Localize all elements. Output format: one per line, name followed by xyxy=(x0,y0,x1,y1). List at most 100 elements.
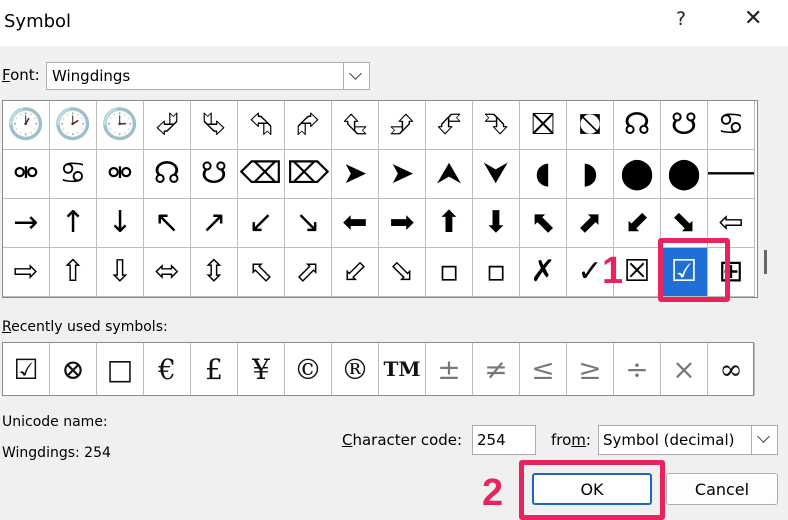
symbol-cell[interactable]: ⮷ xyxy=(473,101,520,150)
recent-symbol-cell[interactable]: TM xyxy=(379,343,426,395)
recent-symbol-cell[interactable]: ⊗ xyxy=(50,343,97,395)
symbol-cell[interactable]: ⮵ xyxy=(379,101,426,150)
symbol-cell[interactable]: ⇧ xyxy=(50,248,97,297)
recent-symbols[interactable]: ☑ ⊗ □ € £ ¥ © ® TM ± ≠ ≤ ≥ ÷ × ∞ xyxy=(2,342,755,396)
cancel-button[interactable]: Cancel xyxy=(666,473,778,505)
symbol-cell[interactable]: ⮱ xyxy=(191,101,238,150)
symbol-cell[interactable]: ⬃ xyxy=(332,248,379,297)
step-number-1: 1 xyxy=(602,250,624,292)
symbol-cell[interactable]: 🡐 xyxy=(708,150,755,199)
symbol-cell[interactable]: ⇳ xyxy=(191,248,238,297)
recent-symbol-cell[interactable]: £ xyxy=(191,343,238,395)
symbol-cell[interactable]: ♋ xyxy=(50,150,97,199)
recent-symbol-cell[interactable]: ® xyxy=(332,343,379,395)
font-label: Font: xyxy=(2,66,40,84)
symbol-cell[interactable]: ⬀ xyxy=(285,248,332,297)
close-icon[interactable]: ✕ xyxy=(744,6,762,31)
symbol-cell[interactable]: ⬈ xyxy=(567,199,614,248)
scrollbar-thumb[interactable] xyxy=(764,250,767,274)
recent-symbol-cell[interactable]: ≤ xyxy=(520,343,567,395)
symbol-cell[interactable]: ⛝ xyxy=(520,101,567,150)
symbol-cell[interactable]: ⌫ xyxy=(238,150,285,199)
symbol-cell[interactable]: ⬁ xyxy=(238,248,285,297)
symbol-cell[interactable]: ⬤ xyxy=(661,150,708,199)
font-select-value: Wingdings xyxy=(52,67,131,85)
symbol-cell[interactable]: ⮟ xyxy=(473,150,520,199)
symbol-cell[interactable]: ⇨ xyxy=(3,248,50,297)
from-label: from: xyxy=(551,431,591,449)
from-dropdown-button[interactable] xyxy=(751,426,777,454)
symbol-cell[interactable]: ➤ xyxy=(332,150,379,199)
step-number-2: 2 xyxy=(482,472,504,514)
recent-symbol-cell[interactable]: × xyxy=(661,343,708,395)
symbol-cell[interactable]: ☋ xyxy=(191,150,238,199)
symbol-cell[interactable]: ➤ xyxy=(379,150,426,199)
symbol-cell[interactable]: ↑ xyxy=(50,199,97,248)
recent-symbol-cell[interactable]: ☑ xyxy=(3,343,50,395)
symbol-cell[interactable]: ☊ xyxy=(614,101,661,150)
symbol-cell[interactable]: ✗ xyxy=(520,248,567,297)
symbol-cell[interactable]: ↘ xyxy=(285,199,332,248)
character-code-input[interactable]: 254 xyxy=(472,425,536,455)
symbol-cell[interactable]: → xyxy=(3,199,50,248)
symbol-cell[interactable]: ⮰ xyxy=(144,101,191,150)
symbol-cell[interactable]: ⬄ xyxy=(144,248,191,297)
highlight-box-selected-symbol xyxy=(658,238,730,302)
symbol-cell[interactable]: ↖ xyxy=(144,199,191,248)
symbol-cell[interactable]: ⮝ xyxy=(426,150,473,199)
symbol-cell[interactable]: ⮳ xyxy=(285,101,332,150)
title-bar: Symbol ? ✕ xyxy=(0,0,788,46)
recent-symbol-cell[interactable]: ¥ xyxy=(238,343,285,395)
symbol-grid-scrollbar[interactable] xyxy=(760,100,772,298)
symbol-cell[interactable]: ⚮ xyxy=(97,150,144,199)
symbol-cell[interactable]: ⛞ xyxy=(567,101,614,150)
from-select-value: Symbol (decimal) xyxy=(603,431,735,449)
symbol-cell[interactable]: ⌦ xyxy=(285,150,332,199)
symbol-cell[interactable]: ⬅ xyxy=(332,199,379,248)
unicode-name-label: Unicode name: xyxy=(2,414,108,430)
symbol-cell[interactable]: ▫ xyxy=(426,248,473,297)
symbol-cell[interactable]: 🕐 xyxy=(3,101,50,150)
from-select[interactable]: Symbol (decimal) xyxy=(598,425,778,455)
symbol-cell[interactable]: ⬉ xyxy=(520,199,567,248)
symbol-cell[interactable]: ☋ xyxy=(661,101,708,150)
symbol-cell[interactable]: ⮶ xyxy=(426,101,473,150)
symbol-grid[interactable]: 🕐🕑🕒⮰⮱⮲⮳⮴⮵⮶⮷⛝⛞☊☋♋⚮♋⚮☊☋⌫⌦➤➤⮝⮟◖◗⬤⬤🡐→↑↓↖↗↙↘⬅… xyxy=(2,100,758,298)
recent-symbol-cell[interactable]: © xyxy=(285,343,332,395)
symbol-cell[interactable]: ↗ xyxy=(191,199,238,248)
window-title: Symbol xyxy=(4,11,72,32)
symbol-cell[interactable]: ♋ xyxy=(708,101,755,150)
character-code-label: Character code: xyxy=(342,431,463,449)
recent-symbol-cell[interactable]: ≥ xyxy=(567,343,614,395)
symbol-cell[interactable]: ⬋ xyxy=(614,199,661,248)
symbol-cell[interactable]: ↓ xyxy=(97,199,144,248)
recent-symbol-cell[interactable]: ≠ xyxy=(473,343,520,395)
symbol-cell[interactable]: ⚮ xyxy=(3,150,50,199)
recent-symbol-cell[interactable]: ± xyxy=(426,343,473,395)
font-dropdown-button[interactable] xyxy=(343,63,369,89)
symbol-cell[interactable]: ☊ xyxy=(144,150,191,199)
chevron-down-icon xyxy=(349,67,362,80)
symbol-cell[interactable]: ⮲ xyxy=(238,101,285,150)
font-select[interactable]: Wingdings xyxy=(46,62,370,90)
symbol-cell[interactable]: ⮴ xyxy=(332,101,379,150)
symbol-cell[interactable]: ◖ xyxy=(520,150,567,199)
symbol-cell[interactable]: ⬤ xyxy=(614,150,661,199)
recent-symbol-cell[interactable]: € xyxy=(144,343,191,395)
symbol-cell[interactable]: ⬇ xyxy=(473,199,520,248)
symbol-cell[interactable]: ➡ xyxy=(379,199,426,248)
symbol-cell[interactable]: ⬂ xyxy=(379,248,426,297)
symbol-cell[interactable]: 🕒 xyxy=(97,101,144,150)
symbol-cell[interactable]: 🕑 xyxy=(50,101,97,150)
recent-symbol-cell[interactable]: ÷ xyxy=(614,343,661,395)
recent-symbol-cell[interactable]: ∞ xyxy=(708,343,755,395)
chevron-down-icon xyxy=(757,430,770,443)
symbol-cell[interactable]: ⬆ xyxy=(426,199,473,248)
symbol-cell[interactable]: ⇩ xyxy=(97,248,144,297)
symbol-cell[interactable]: ↙ xyxy=(238,199,285,248)
help-button[interactable]: ? xyxy=(676,8,686,30)
symbol-cell[interactable]: ▫ xyxy=(473,248,520,297)
recent-symbol-cell[interactable]: □ xyxy=(97,343,144,395)
ok-button[interactable]: OK xyxy=(532,473,652,505)
symbol-cell[interactable]: ◗ xyxy=(567,150,614,199)
